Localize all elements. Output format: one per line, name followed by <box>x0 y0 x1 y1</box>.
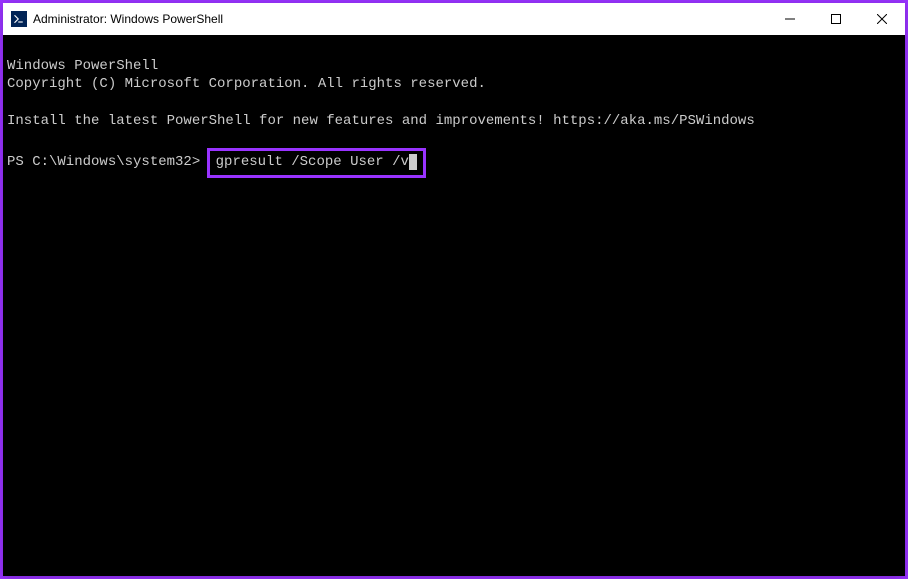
command-text: gpresult /Scope User /v <box>216 154 409 170</box>
window-controls <box>767 3 905 35</box>
minimize-icon <box>785 14 795 24</box>
minimize-button[interactable] <box>767 3 813 35</box>
cursor <box>409 154 417 170</box>
close-button[interactable] <box>859 3 905 35</box>
terminal-output-line: Copyright (C) Microsoft Corporation. All… <box>7 76 486 92</box>
terminal-output-line: Install the latest PowerShell for new fe… <box>7 113 755 129</box>
powershell-icon <box>11 11 27 27</box>
prompt: PS C:\Windows\system32> <box>7 154 209 170</box>
terminal-output-line: Windows PowerShell <box>7 58 158 74</box>
command-highlight: gpresult /Scope User /v <box>207 148 426 178</box>
maximize-icon <box>831 14 841 24</box>
window-title: Administrator: Windows PowerShell <box>33 12 767 26</box>
powershell-window: Administrator: Windows PowerShell Window… <box>3 3 905 576</box>
close-icon <box>877 14 887 24</box>
titlebar[interactable]: Administrator: Windows PowerShell <box>3 3 905 35</box>
maximize-button[interactable] <box>813 3 859 35</box>
terminal-area[interactable]: Windows PowerShell Copyright (C) Microso… <box>3 35 905 576</box>
